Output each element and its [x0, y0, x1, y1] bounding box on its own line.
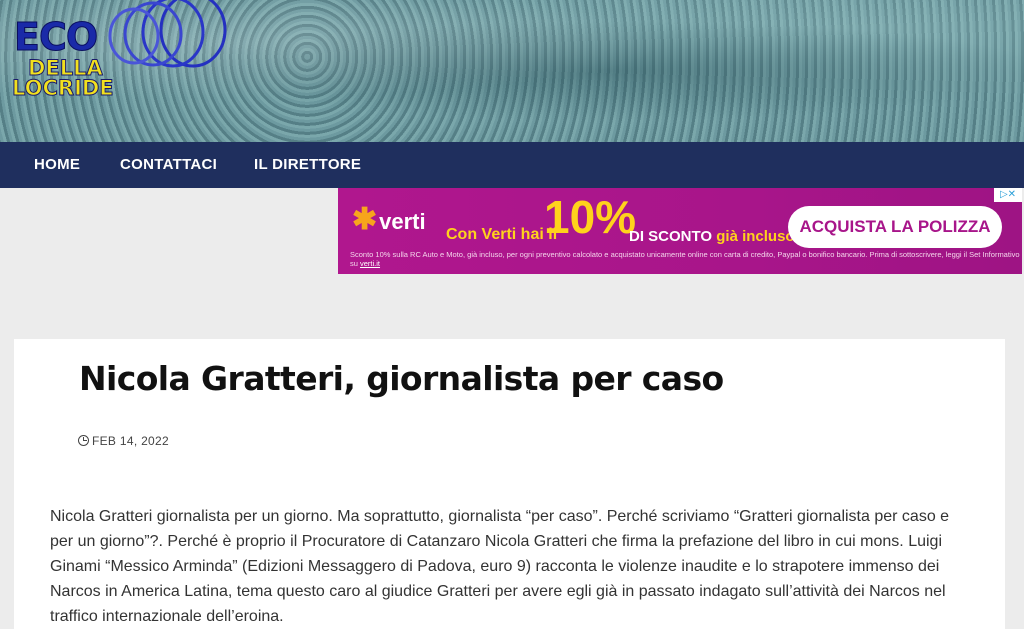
ad-discount-text: DI SCONTO già incluso!: [629, 228, 800, 245]
main-nav: HOME CONTATTACI IL DIRETTORE: [0, 142, 1024, 188]
adchoices-icon[interactable]: ▷✕: [994, 188, 1022, 202]
site-header: ECO DELLA LOCRIDE: [0, 0, 1024, 142]
article-title: Nicola Gratteri, giornalista per caso: [79, 359, 724, 398]
ad-sconto-label: DI SCONTO: [629, 228, 713, 245]
nav-item-home[interactable]: HOME: [34, 142, 80, 188]
logo-locride-text: LOCRIDE: [12, 76, 115, 100]
ad-fine-print-text: Sconto 10% sulla RC Auto e Moto, già inc…: [350, 250, 1020, 268]
article-card: Nicola Gratteri, giornalista per caso FE…: [14, 339, 1005, 629]
article-body: Nicola Gratteri giornalista per un giorn…: [50, 508, 950, 625]
ad-fine-link[interactable]: verti.it: [360, 259, 380, 268]
nav-item-contattaci[interactable]: CONTATTACI: [120, 142, 217, 188]
logo-eco-text: ECO: [13, 15, 98, 59]
ad-fine-print: Sconto 10% sulla RC Auto e Moto, già inc…: [350, 250, 1020, 268]
nav-item-il-direttore[interactable]: IL DIRETTORE: [254, 142, 361, 188]
ad-brand-label: verti: [379, 209, 426, 234]
ad-banner[interactable]: ✱verti Con Verti hai il 10% DI SCONTO gi…: [338, 188, 1022, 274]
ad-percent: 10%: [544, 191, 637, 243]
article-date: FEB 14, 2022: [78, 434, 169, 448]
ad-cta-button[interactable]: ACQUISTA LA POLIZZA: [788, 206, 1002, 248]
verti-star-icon: ✱: [352, 203, 378, 236]
site-logo[interactable]: ECO DELLA LOCRIDE: [8, 0, 228, 112]
ad-incluso-label: già incluso!: [716, 228, 800, 245]
ad-brand: ✱verti: [352, 202, 426, 237]
article-date-text: FEB 14, 2022: [92, 434, 169, 448]
clock-icon: [78, 435, 89, 446]
ad-claim: Con Verti hai il: [446, 226, 558, 243]
